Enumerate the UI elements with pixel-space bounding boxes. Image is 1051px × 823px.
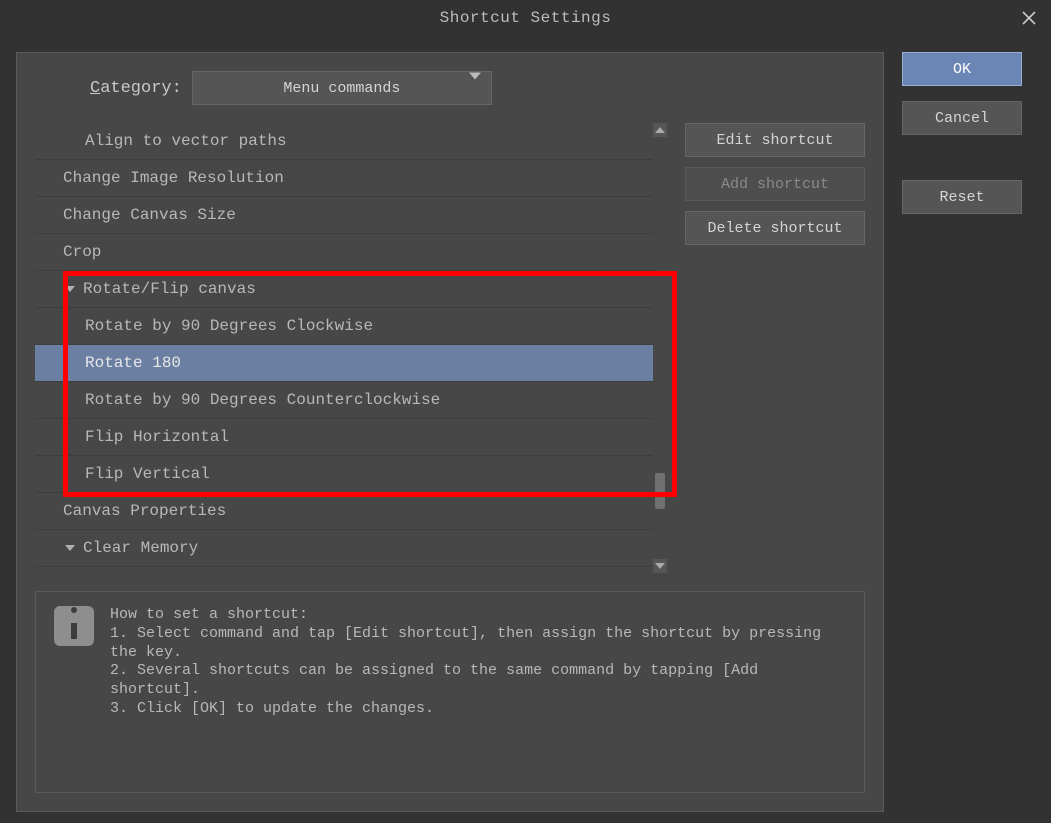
chevron-down-icon [63,545,77,551]
main-panel: Category: Menu commands Align to vector … [16,52,884,812]
tree-item[interactable]: Canvas Properties [35,493,653,530]
tree-item-label: Rotate 180 [85,354,181,372]
triangle-up-icon [655,127,665,133]
command-tree: Align to vector paths Change Image Resolu… [35,123,667,573]
dialog-body: Category: Menu commands Align to vector … [0,36,1051,823]
tree-item-label: Canvas Properties [63,502,226,520]
content-row: Align to vector paths Change Image Resolu… [35,123,865,573]
tree-item-label: Align to vector paths [85,132,287,150]
titlebar: Shortcut Settings [0,0,1051,36]
tree-item[interactable]: Rotate 180 [35,345,653,382]
tree-item[interactable]: Flip Vertical [35,456,653,493]
tree-item-label: Clear Memory [83,539,198,557]
shortcut-action-buttons: Edit shortcut Add shortcut Delete shortc… [685,123,865,573]
scrollbar[interactable] [653,123,667,573]
edit-shortcut-button[interactable]: Edit shortcut [685,123,865,157]
triangle-down-icon [655,563,665,569]
category-select[interactable]: Menu commands [192,71,492,105]
info-icon [54,606,94,646]
dialog-title: Shortcut Settings [440,9,612,27]
tree-item[interactable]: Rotate by 90 Degrees Counterclockwise [35,382,653,419]
ok-button[interactable]: OK [902,52,1022,86]
close-icon [1022,11,1036,25]
category-select-value: Menu commands [283,80,400,97]
cancel-button[interactable]: Cancel [902,101,1022,135]
info-panel: How to set a shortcut: 1. Select command… [35,591,865,793]
category-label: Category: [90,79,182,98]
delete-shortcut-button[interactable]: Delete shortcut [685,211,865,245]
chevron-down-icon [469,80,481,97]
tree-item-label: Flip Vertical [85,465,210,483]
tree-item[interactable]: Change Image Resolution [35,160,653,197]
close-button[interactable] [1015,4,1043,32]
category-row: Category: Menu commands [35,71,865,105]
command-tree-viewport: Align to vector paths Change Image Resolu… [35,123,653,573]
scroll-up-button[interactable] [653,123,667,137]
tree-item[interactable]: Rotate by 90 Degrees Clockwise [35,308,653,345]
chevron-down-icon [63,286,77,292]
tree-item-label: Rotate/Flip canvas [83,280,256,298]
tree-item[interactable]: Change Canvas Size [35,197,653,234]
tree-item-label: Change Image Resolution [63,169,284,187]
tree-item[interactable]: Flip Horizontal [35,419,653,456]
tree-item-label: Rotate by 90 Degrees Counterclockwise [85,391,440,409]
tree-item-label: Rotate by 90 Degrees Clockwise [85,317,373,335]
scroll-down-button[interactable] [653,559,667,573]
tree-item-label: Change Canvas Size [63,206,236,224]
dialog-buttons: OK Cancel Reset [902,52,1022,807]
tree-item-label: Crop [63,243,101,261]
tree-item-label: Flip Horizontal [85,428,229,446]
add-shortcut-button: Add shortcut [685,167,865,201]
tree-item[interactable]: Clear Memory [35,530,653,567]
scroll-thumb[interactable] [655,473,665,509]
tree-item[interactable]: Rotate/Flip canvas [35,271,653,308]
tree-item[interactable]: Crop [35,234,653,271]
info-text: How to set a shortcut: 1. Select command… [110,606,846,778]
tree-item[interactable]: Align to vector paths [35,123,653,160]
reset-button[interactable]: Reset [902,180,1022,214]
